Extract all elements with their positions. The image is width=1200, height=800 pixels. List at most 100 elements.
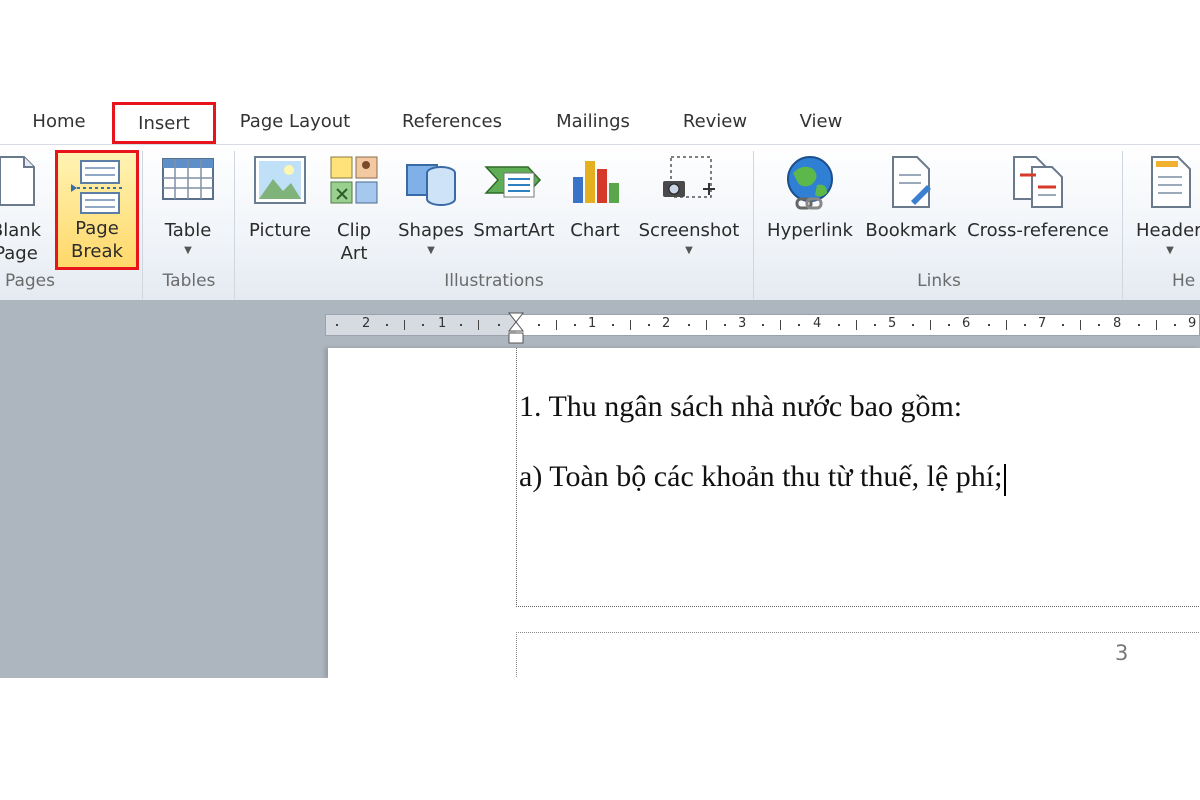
blank-page-icon — [0, 156, 35, 206]
table-label: Table — [164, 220, 212, 241]
document-page[interactable]: 1. Thu ngân sách nhà nước bao gồm: a) To… — [328, 348, 1200, 678]
ruler-tick — [498, 324, 500, 326]
header-label: Header — [1136, 220, 1200, 241]
ruler-tick — [688, 324, 690, 326]
ruler-tick — [630, 320, 631, 330]
picture-button[interactable]: Picture — [244, 153, 316, 269]
ruler-tick — [1098, 324, 1100, 326]
ruler-tick — [612, 324, 614, 326]
ruler-label: 2 — [362, 316, 371, 331]
ruler-label: 3 — [738, 316, 747, 331]
bookmark-button[interactable]: Bookmark — [862, 153, 960, 269]
ruler-tick — [930, 320, 931, 330]
tab-page-layout[interactable]: Page Layout — [232, 100, 358, 144]
ribbon-tab-bar: Home Insert Page Layout References Maili… — [0, 100, 1200, 144]
ruler-tick — [1024, 324, 1026, 326]
chevron-down-icon: ▼ — [685, 245, 693, 256]
ribbon-insert: BlankPage PageBreak Pages — [0, 144, 1200, 302]
ruler-tick — [386, 324, 388, 326]
ruler-tick — [856, 320, 857, 330]
ruler-tick — [460, 324, 462, 326]
ruler-tick — [724, 324, 726, 326]
page-number: 3 — [1115, 641, 1129, 665]
ruler-tick — [762, 324, 764, 326]
ruler-tick — [838, 324, 840, 326]
cross-reference-button[interactable]: Cross-reference — [964, 153, 1112, 269]
shapes-button[interactable]: Shapes ▼ — [394, 153, 468, 269]
screenshot-button[interactable]: Screenshot ▼ — [634, 153, 744, 269]
group-label-header-footer: He — [1172, 271, 1196, 291]
cross-reference-label: Cross-reference — [967, 220, 1109, 241]
table-button[interactable]: Table ▼ — [152, 153, 224, 269]
group-label-links: Links — [917, 271, 961, 291]
group-separator — [142, 151, 143, 299]
clip-art-label-1: Clip — [337, 220, 371, 241]
tab-home[interactable]: Home — [18, 100, 100, 144]
group-separator — [1122, 151, 1123, 299]
ruler-label: 1 — [588, 316, 597, 331]
smartart-button[interactable]: SmartArt — [472, 153, 556, 269]
ruler-tick — [478, 320, 479, 330]
text-caret — [1004, 464, 1006, 496]
tab-insert[interactable]: Insert — [112, 102, 216, 144]
ruler-label: 9 — [1188, 316, 1197, 331]
ruler-tick — [336, 324, 338, 326]
document-workspace: 2 1 1 2 3 4 5 6 7 8 9 1. Thu ngân sách n… — [0, 300, 1200, 678]
ruler-label: 5 — [888, 316, 897, 331]
ruler-tick — [1156, 320, 1157, 330]
group-label-illustrations: Illustrations — [444, 271, 544, 291]
ruler-tick — [988, 324, 990, 326]
tab-references[interactable]: References — [392, 100, 512, 144]
paragraph-line: 1. Thu ngân sách nhà nước bao gồm: — [519, 390, 963, 423]
bookmark-icon — [892, 156, 931, 208]
ruler-label: 4 — [813, 316, 822, 331]
clip-art-button[interactable]: Clip Art — [322, 153, 386, 269]
chevron-down-icon: ▼ — [184, 245, 192, 256]
clip-art-icon — [330, 156, 378, 204]
paragraph-line: a) Toàn bộ các khoản thu từ thuế, lệ phí… — [519, 460, 1003, 493]
ruler-tick — [648, 324, 650, 326]
ruler-tick — [422, 324, 424, 326]
chevron-down-icon: ▼ — [427, 245, 435, 256]
ruler-tick — [874, 324, 876, 326]
page-footer[interactable]: 3 — [516, 632, 1200, 678]
table-icon — [162, 158, 214, 200]
ruler-tick — [948, 324, 950, 326]
header-icon — [1151, 156, 1191, 208]
tab-view[interactable]: View — [790, 100, 852, 144]
document-body[interactable]: 1. Thu ngân sách nhà nước bao gồm: a) To… — [516, 348, 1200, 607]
blank-page-button[interactable]: BlankPage — [0, 153, 46, 269]
ruler-tick — [538, 324, 540, 326]
screenshot-icon — [663, 156, 715, 198]
chart-label: Chart — [570, 220, 620, 241]
tab-mailings[interactable]: Mailings — [546, 100, 640, 144]
horizontal-ruler[interactable]: 2 1 1 2 3 4 5 6 7 8 9 — [325, 312, 1200, 344]
ruler-label: 1 — [438, 316, 447, 331]
indent-marker-icon[interactable] — [507, 311, 525, 347]
page-break-button[interactable]: Page Break — [55, 150, 139, 270]
ruler-tick — [798, 324, 800, 326]
blank-page-label-1: Blank — [0, 220, 42, 241]
bookmark-label: Bookmark — [865, 220, 957, 241]
tab-review[interactable]: Review — [676, 100, 754, 144]
ruler-tick — [556, 320, 557, 330]
ruler-label: 8 — [1113, 316, 1122, 331]
ruler-tick — [1062, 324, 1064, 326]
group-label-tables: Tables — [162, 271, 216, 291]
header-button[interactable]: Header ▼ — [1130, 153, 1200, 269]
ruler-tick — [1138, 324, 1140, 326]
hyperlink-button[interactable]: Hyperlink — [762, 153, 858, 269]
smartart-label: SmartArt — [473, 220, 555, 241]
clip-art-label-2: Art — [340, 243, 368, 264]
screenshot-label: Screenshot — [638, 220, 740, 241]
word-window: Home Insert Page Layout References Maili… — [0, 100, 1200, 678]
ruler-tick — [912, 324, 914, 326]
cross-reference-icon — [1013, 156, 1063, 208]
group-label-pages: Pages — [4, 271, 55, 291]
group-separator — [753, 151, 754, 299]
chart-button[interactable]: Chart — [562, 153, 628, 269]
ruler-label: 7 — [1038, 316, 1047, 331]
globe-link-icon — [787, 156, 833, 210]
picture-icon — [254, 156, 306, 204]
shapes-icon — [406, 164, 456, 206]
